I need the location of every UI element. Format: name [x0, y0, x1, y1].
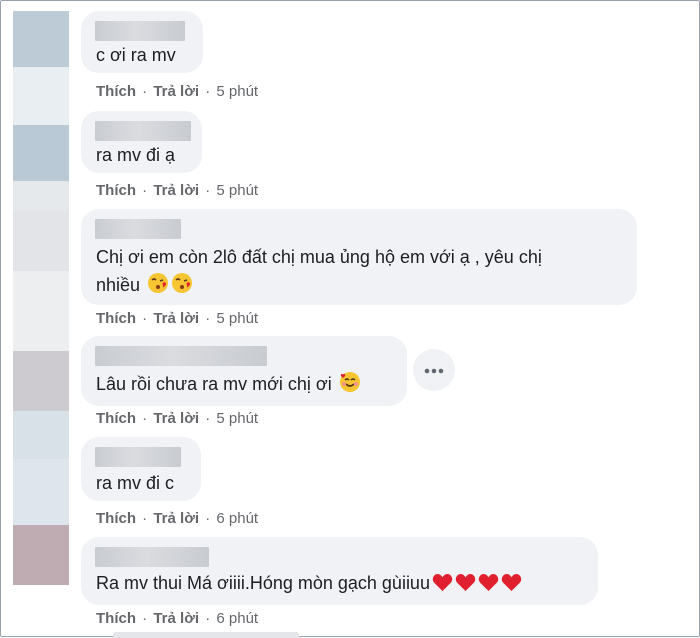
comment-time[interactable]: 6 phút: [216, 610, 258, 627]
author-name-blurred[interactable]: [95, 121, 191, 141]
comment-actions: Thích · Trả lời · 6 phút: [96, 510, 258, 527]
reply-link[interactable]: Trả lời: [153, 510, 199, 527]
red-heart-icon: [478, 572, 499, 600]
red-heart-icon: [501, 572, 522, 600]
comment-actions: Thích · Trả lời · 5 phút: [96, 182, 258, 199]
separator: ·: [205, 610, 211, 627]
separator: ·: [205, 182, 211, 199]
like-link[interactable]: Thích: [96, 310, 136, 327]
reply-link[interactable]: Trả lời: [153, 610, 199, 627]
next-comment-bubble-edge: [113, 632, 299, 638]
comment-bubble: Lâu rồi chưa ra mv mới chị ơi: [81, 336, 407, 406]
reply-link[interactable]: Trả lời: [153, 182, 199, 199]
like-link[interactable]: Thích: [96, 83, 136, 100]
author-name-blurred[interactable]: [95, 21, 185, 41]
face-blowing-kiss-icon: [171, 272, 193, 302]
reply-link[interactable]: Trả lời: [153, 83, 199, 100]
comment-actions: Thích · Trả lời · 5 phút: [96, 83, 258, 100]
avatar[interactable]: [13, 211, 69, 271]
separator: ·: [205, 410, 211, 427]
comment-bubble: Chị ơi em còn 2lô đất chị mua ủng hộ em …: [81, 209, 637, 305]
comment-actions: Thích · Trả lời · 5 phút: [96, 310, 258, 327]
comment-text: Chị ơi em còn 2lô đất chị mua ủng hộ em …: [96, 247, 542, 267]
reply-link[interactable]: Trả lời: [153, 410, 199, 427]
avatar[interactable]: [13, 125, 69, 181]
like-link[interactable]: Thích: [96, 610, 136, 627]
separator: ·: [205, 83, 211, 100]
like-link[interactable]: Thích: [96, 410, 136, 427]
comment-text-content: Lâu rồi chưa ra mv mới chị ơi: [96, 374, 332, 394]
author-name-blurred[interactable]: [95, 447, 181, 467]
like-link[interactable]: Thích: [96, 510, 136, 527]
comment-text: ra mv đi ạ: [96, 145, 176, 165]
avatar-blur-region: [13, 181, 69, 211]
reply-link[interactable]: Trả lời: [153, 310, 199, 327]
comment-time[interactable]: 5 phút: [216, 310, 258, 327]
separator: ·: [205, 510, 211, 527]
avatar-blur-region: [13, 271, 69, 351]
comment-actions: Thích · Trả lời · 5 phút: [96, 410, 258, 427]
comment-bubble: ra mv đi ạ: [81, 111, 202, 173]
more-horizontal-icon: [424, 361, 444, 379]
more-options-button[interactable]: [413, 349, 455, 391]
like-link[interactable]: Thích: [96, 182, 136, 199]
red-heart-icon: [432, 572, 453, 600]
comment-text-line-2: nhiều: [96, 271, 193, 302]
avatar[interactable]: [13, 525, 69, 585]
avatar[interactable]: [13, 11, 69, 67]
author-name-blurred[interactable]: [95, 346, 267, 366]
separator: ·: [205, 310, 211, 327]
smiling-face-with-hearts-icon: [339, 371, 361, 401]
comment-text: ra mv đi c: [96, 473, 175, 493]
author-name-blurred[interactable]: [95, 547, 209, 567]
comment-bubble: ra mv đi c: [81, 437, 201, 501]
separator: ·: [142, 182, 148, 199]
comment-text: Ra mv thui Má ơiiii.Hóng mòn gạch gùiiuu: [96, 569, 522, 600]
comment-actions: Thích · Trả lời · 6 phút: [96, 610, 258, 627]
comment-time[interactable]: 5 phút: [216, 182, 258, 199]
face-blowing-kiss-icon: [147, 272, 169, 302]
avatar[interactable]: [13, 459, 69, 525]
comment-thread: c ơi ra mv Thích · Trả lời · 5 phút ra m…: [0, 0, 700, 638]
red-heart-icon: [455, 572, 476, 600]
comment-text-content: Ra mv thui Má ơiiii.Hóng mòn gạch gùiiuu: [96, 573, 430, 593]
comment-text: Lâu rồi chưa ra mv mới chị ơi: [96, 370, 361, 401]
separator: ·: [142, 510, 148, 527]
avatar[interactable]: [13, 351, 69, 411]
comment-bubble: Ra mv thui Má ơiiii.Hóng mòn gạch gùiiuu: [81, 537, 598, 605]
separator: ·: [142, 610, 148, 627]
separator: ·: [142, 83, 148, 100]
author-name-blurred[interactable]: [95, 219, 181, 239]
comment-time[interactable]: 6 phút: [216, 510, 258, 527]
separator: ·: [142, 310, 148, 327]
comment-time[interactable]: 5 phút: [216, 410, 258, 427]
avatar-blur-region: [13, 411, 69, 459]
comment-bubble: c ơi ra mv: [81, 11, 203, 73]
avatar-blur-region: [13, 67, 69, 125]
comment-time[interactable]: 5 phút: [216, 83, 258, 100]
comment-text-continuation: nhiều: [96, 275, 141, 295]
comment-text: c ơi ra mv: [96, 45, 176, 65]
separator: ·: [142, 410, 148, 427]
